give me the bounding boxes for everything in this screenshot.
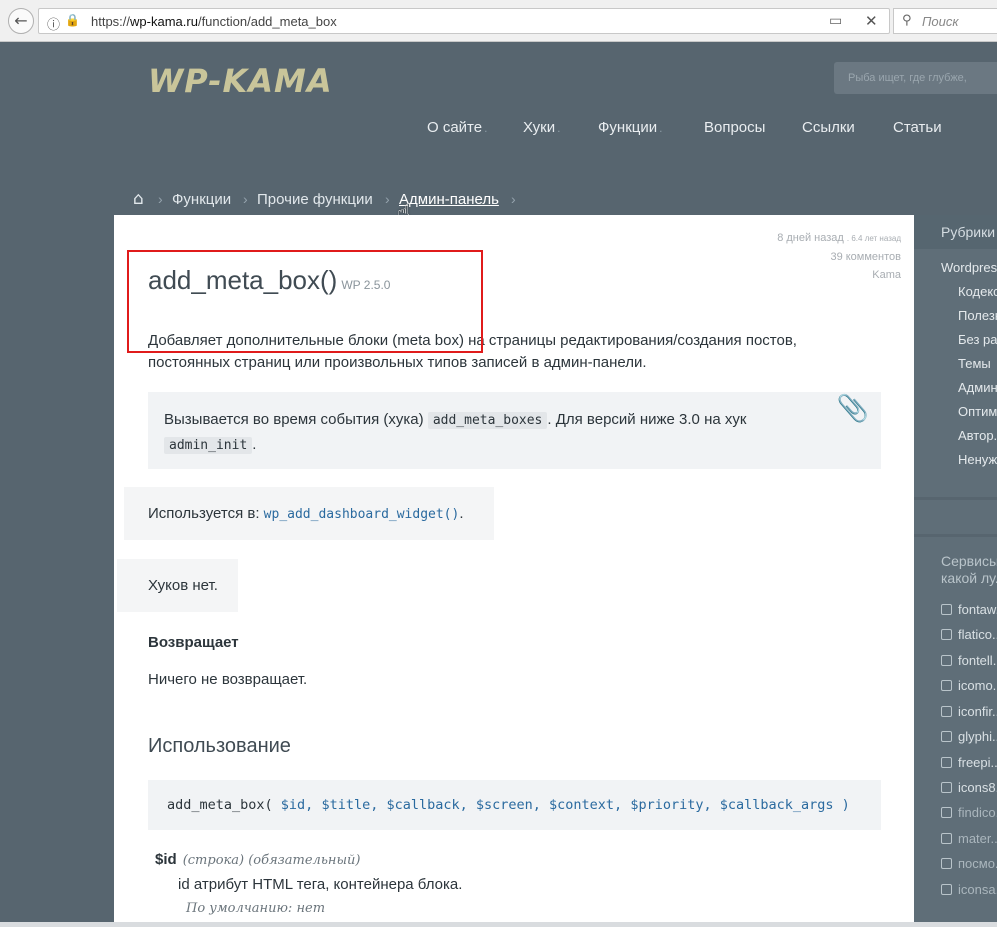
breadcrumb-separator-icon: ›: [243, 191, 248, 207]
sidebar-item-optimization[interactable]: Оптим...: [958, 404, 997, 419]
sidebar: Рубрики Wordpress Кодекс Полезно Без ра.…: [914, 215, 997, 927]
service-item[interactable]: fontell...: [941, 653, 997, 668]
param-description: id атрибут HTML тега, контейнера блока.: [178, 876, 463, 893]
sidebar-item-no-category[interactable]: Без ра...: [958, 332, 997, 347]
reader-view-icon[interactable]: ▭: [829, 13, 842, 29]
service-item[interactable]: iconfir...: [941, 704, 997, 719]
home-icon[interactable]: ⌂: [133, 189, 144, 209]
highlight-box: [127, 250, 483, 353]
back-arrow-icon[interactable]: ←: [8, 8, 34, 34]
sidebar-title: Рубрики: [941, 224, 996, 240]
url-text[interactable]: https://wp-kama.ru/function/add_meta_box: [91, 14, 337, 29]
article-meta: 8 дней назад . 6.4 лет назад 39 комменто…: [777, 229, 901, 284]
sidebar-item-author[interactable]: Автор...: [958, 428, 997, 443]
breadcrumb-separator-icon: ›: [385, 191, 390, 207]
param-type: (строка) (обязательный): [182, 853, 361, 868]
browser-search-box[interactable]: ⚲ Поиск: [893, 8, 997, 34]
author-name[interactable]: Kama: [777, 266, 901, 284]
hooks-box: Хуков нет.: [117, 559, 238, 612]
service-item[interactable]: mater...: [941, 831, 997, 846]
checkbox-icon[interactable]: [941, 680, 952, 691]
checkbox-icon[interactable]: [941, 884, 952, 895]
service-item[interactable]: iconsa...: [941, 882, 997, 897]
breadcrumb-separator-icon: ›: [158, 191, 163, 207]
nav-questions[interactable]: Вопросы: [704, 119, 765, 136]
service-item[interactable]: findico...: [941, 805, 997, 820]
service-item[interactable]: icomo...: [941, 678, 997, 693]
service-item[interactable]: freepi...: [941, 755, 997, 770]
nav-articles[interactable]: Статьи: [893, 119, 942, 136]
sidebar-item-codex[interactable]: Кодекс: [958, 284, 997, 299]
address-bar[interactable]: ⓘ 🔒 https://wp-kama.ru/function/add_meta…: [38, 8, 890, 34]
nav-hooks[interactable]: Хуки.: [523, 119, 560, 136]
param-name: $id (строка) (обязательный): [155, 851, 361, 868]
sidebar-item-themes[interactable]: Темы: [958, 356, 991, 371]
checkbox-icon[interactable]: [941, 629, 952, 640]
checkbox-icon[interactable]: [941, 782, 952, 793]
checkbox-icon[interactable]: [941, 807, 952, 818]
sidebar-item-admin[interactable]: Админ...: [958, 380, 997, 395]
used-in-box: Используется в: wp_add_dashboard_widget(…: [124, 487, 494, 540]
hook-code-add-meta-boxes: add_meta_boxes: [427, 412, 548, 429]
returns-heading: Возвращает: [148, 634, 239, 651]
hook-note: Вызывается во время события (хука) add_m…: [148, 392, 881, 469]
checkbox-icon[interactable]: [941, 858, 952, 869]
service-item[interactable]: glyphi...: [941, 729, 997, 744]
checkbox-icon[interactable]: [941, 757, 952, 768]
close-icon[interactable]: ✕: [865, 12, 878, 30]
service-item[interactable]: icons8...: [941, 780, 997, 795]
breadcrumb-separator-icon: ›: [511, 191, 516, 207]
breadcrumb-functions[interactable]: Функции: [172, 191, 231, 208]
nav-about[interactable]: О сайте.: [427, 119, 487, 136]
usage-code: add_meta_box( $id, $title, $callback, $s…: [148, 780, 881, 830]
nav-functions[interactable]: Функции.: [598, 119, 662, 136]
checkbox-icon[interactable]: [941, 655, 952, 666]
checkbox-icon[interactable]: [941, 833, 952, 844]
checkbox-icon[interactable]: [941, 604, 952, 615]
breadcrumb-other-functions[interactable]: Прочие функции: [257, 191, 373, 208]
browser-search-placeholder: Поиск: [922, 14, 959, 29]
used-in-link[interactable]: wp_add_dashboard_widget(): [264, 507, 460, 522]
checkbox-icon[interactable]: [941, 706, 952, 717]
bottom-scrollbar-strip: [0, 922, 997, 927]
sidebar-item-wordpress[interactable]: Wordpress: [941, 260, 997, 275]
returns-text: Ничего не возвращает.: [148, 671, 308, 688]
nav-links[interactable]: Ссылки: [802, 119, 855, 136]
lock-icon: 🔒: [65, 13, 80, 27]
services-title: Сервисыкакой лу...: [941, 553, 997, 586]
comments-count[interactable]: 39 комментов: [777, 248, 901, 266]
info-icon[interactable]: ⓘ: [47, 14, 60, 33]
breadcrumb-admin-panel[interactable]: Админ-панель: [399, 191, 499, 208]
sidebar-spacer-panel: [914, 500, 997, 534]
service-item[interactable]: посмо...: [941, 856, 997, 871]
service-item[interactable]: fontaw...: [941, 602, 997, 617]
site-logo[interactable]: WP-KAMA: [148, 62, 333, 100]
param-default: По умолчанию: нет: [186, 901, 326, 916]
sidebar-item-useful[interactable]: Полезно: [958, 308, 997, 323]
browser-toolbar: ← ⓘ 🔒 https://wp-kama.ru/function/add_me…: [0, 0, 997, 42]
site-search-input[interactable]: Рыба ищет, где глубже,: [834, 62, 997, 94]
usage-heading: Использование: [148, 735, 291, 757]
paperclip-icon: 📎: [836, 394, 869, 424]
checkbox-icon[interactable]: [941, 731, 952, 742]
search-icon: ⚲: [902, 13, 912, 28]
hook-code-admin-init: admin_init: [164, 437, 253, 454]
service-item[interactable]: flatico...: [941, 627, 997, 642]
sidebar-item-unneeded[interactable]: Ненуж...: [958, 452, 997, 467]
